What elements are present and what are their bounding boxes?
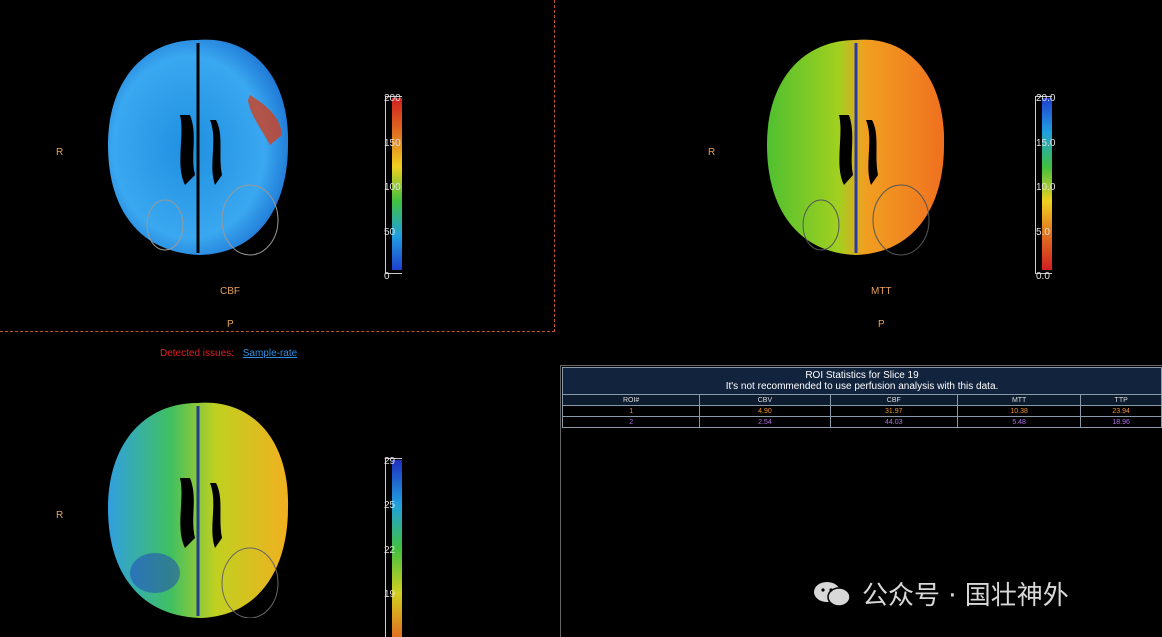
table-cell: 31.97: [829, 405, 958, 417]
orientation-label-right: R: [708, 147, 716, 158]
brain-map-cbf: [108, 39, 289, 256]
table-cell: 4.90: [699, 405, 831, 417]
roi-table-header-row: ROI# CBV CBF MTT TTP: [561, 394, 1162, 406]
table-cell: 2: [561, 416, 701, 428]
map-label-mtt: MTT: [871, 286, 892, 297]
scale-tick: 0: [384, 271, 390, 282]
orientation-label-right: R: [56, 510, 64, 521]
orientation-label-posterior: P: [878, 319, 885, 330]
scale-tick: 50: [384, 227, 396, 238]
scale-tick: 0.0: [1036, 271, 1050, 282]
orientation-label-right: R: [56, 147, 64, 158]
orientation-label-posterior: P: [227, 319, 234, 330]
brain-map-ttp: [108, 402, 289, 618]
column-header[interactable]: CBV: [699, 394, 831, 406]
column-header[interactable]: ROI#: [561, 394, 701, 406]
viewport-ttp[interactable]: R 29 25 22 19: [0, 340, 555, 637]
scale-tick: 20.0: [1036, 93, 1056, 104]
column-header[interactable]: TTP: [1080, 394, 1162, 406]
map-label-cbf: CBF: [220, 286, 240, 297]
table-row[interactable]: 2 2.54 44.03 5.48 18.96: [561, 416, 1162, 428]
scale-tick: 200: [384, 93, 401, 104]
table-cell: 23.94: [1080, 405, 1162, 417]
table-cell: 1: [561, 405, 701, 417]
column-header[interactable]: MTT: [956, 394, 1082, 406]
watermark-text: 公众号 · 国壮神外: [862, 581, 1069, 611]
scale-tick: 100: [384, 182, 401, 193]
table-cell: 44.03: [829, 416, 958, 428]
watermark: 公众号 · 国壮神外: [812, 575, 1069, 612]
table-cell: 5.48: [956, 416, 1082, 428]
roi-warning: It's not recommended to use perfusion an…: [725, 381, 999, 392]
viewport-mtt[interactable]: R P MTT 20.0 15.0 10.0 5.0 0.0: [558, 0, 1162, 340]
brain-map-mtt: [767, 39, 945, 256]
scale-tick: 5.0: [1036, 227, 1050, 238]
column-header[interactable]: CBF: [829, 394, 958, 406]
roi-title: ROI Statistics for Slice 19: [805, 370, 919, 381]
scale-tick: 10.0: [1036, 182, 1056, 193]
scale-tick: 19: [384, 589, 396, 600]
scale-tick: 150: [384, 138, 401, 149]
roi-header: ROI Statistics for Slice 19 It's not rec…: [562, 367, 1162, 397]
scale-tick: 22: [384, 545, 396, 556]
viewport-cbf[interactable]: R P CBF 200 150 100 50 0: [0, 0, 555, 332]
table-cell: 10.38: [956, 405, 1082, 417]
table-cell: 18.96: [1080, 416, 1162, 428]
chat-bubbles-icon: [814, 581, 851, 607]
scale-tick: 29: [384, 456, 396, 467]
roi-table: ROI# CBV CBF MTT TTP 1 4.90 31.97 10.38 …: [561, 394, 1162, 428]
table-cell: 2.54: [699, 416, 831, 428]
scale-tick: 25: [384, 500, 396, 511]
table-row[interactable]: 1 4.90 31.97 10.38 23.94: [561, 405, 1162, 417]
scale-tick: 15.0: [1036, 138, 1056, 149]
